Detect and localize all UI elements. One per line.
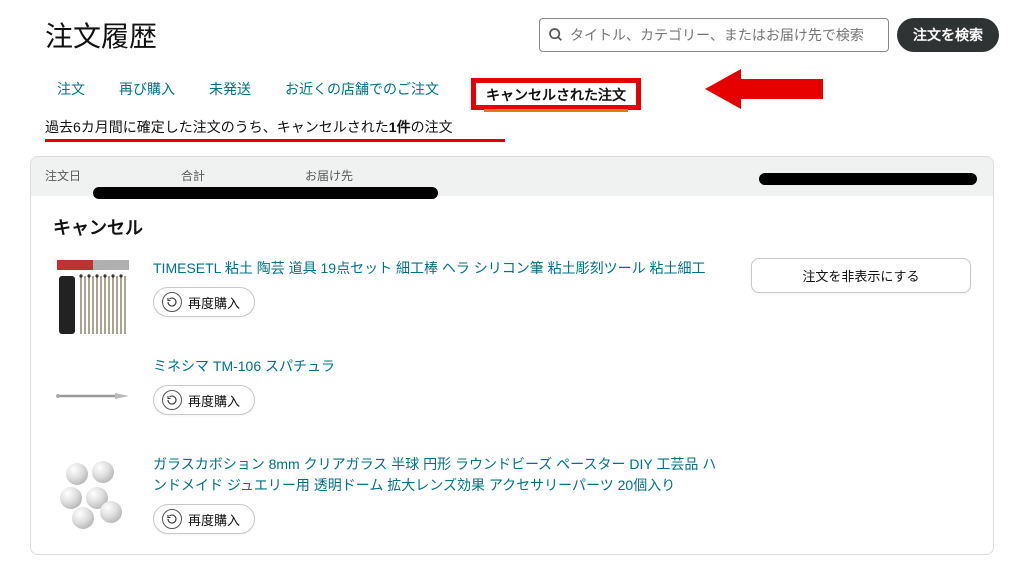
status-title: キャンセル xyxy=(53,214,971,240)
rebuy-label: 再度購入 xyxy=(188,293,240,312)
order-card: 注文日 合計 お届け先 キャンセル xyxy=(30,156,994,555)
order-total-col: 合計 xyxy=(181,167,205,186)
order-card-header: 注文日 合計 お届け先 xyxy=(31,157,993,196)
search-field-wrap[interactable] xyxy=(539,18,889,52)
redacted-bar xyxy=(759,173,977,185)
rebuy-button[interactable]: 再度購入 xyxy=(153,385,255,415)
tab-local-store[interactable]: お近くの店舗でのご注文 xyxy=(283,73,441,107)
summary-prefix: 過去6カ月間に確定した注文のうち、キャンセルされた xyxy=(45,119,389,135)
list-item: ミネシマ TM-106 スパチュラ 再度購入 xyxy=(53,356,971,436)
search-button[interactable]: 注文を検索 xyxy=(897,18,999,52)
rebuy-label: 再度購入 xyxy=(188,391,240,410)
order-shipto-col: お届け先 xyxy=(305,167,353,186)
annotation-underline xyxy=(45,139,505,142)
product-link[interactable]: TIMESETL 粘土 陶芸 道具 19点セット 細工棒 ヘラ シリコン筆 粘土… xyxy=(153,258,721,279)
tabs: 注文 再び購入 未発送 お近くの店舗でのご注文 キャンセルされた注文 xyxy=(25,73,999,107)
product-thumbnail[interactable] xyxy=(53,356,133,436)
rebuy-icon xyxy=(162,509,182,529)
redacted-bar xyxy=(93,187,438,199)
hide-order-button[interactable]: 注文を非表示にする xyxy=(751,258,971,293)
summary-count: 1件 xyxy=(389,119,411,135)
summary-suffix: の注文 xyxy=(411,119,453,135)
rebuy-button[interactable]: 再度購入 xyxy=(153,287,255,317)
tab-buy-again[interactable]: 再び購入 xyxy=(117,73,177,107)
order-date-label: 注文日 xyxy=(45,167,81,184)
search-input[interactable] xyxy=(570,27,880,43)
order-total-label: 合計 xyxy=(181,167,205,184)
tab-cancelled[interactable]: キャンセルされた注文 xyxy=(484,81,628,112)
order-shipto-label: お届け先 xyxy=(305,167,353,184)
list-item: TIMESETL 粘土 陶芸 道具 19点セット 細工棒 ヘラ シリコン筆 粘土… xyxy=(53,258,971,338)
rebuy-button[interactable]: 再度購入 xyxy=(153,504,255,534)
annotation-highlight-box: キャンセルされた注文 xyxy=(471,78,641,110)
product-thumbnail[interactable] xyxy=(53,258,133,338)
rebuy-icon xyxy=(162,292,182,312)
order-date-col: 注文日 xyxy=(45,167,81,186)
page-title: 注文履歴 xyxy=(25,15,157,55)
list-item: ガラスカボション 8mm クリアガラス 半球 円形 ラウンドビーズ ペースター … xyxy=(53,454,971,534)
rebuy-icon xyxy=(162,390,182,410)
annotation-arrow-icon xyxy=(705,67,825,114)
product-link[interactable]: ガラスカボション 8mm クリアガラス 半球 円形 ラウンドビーズ ペースター … xyxy=(153,454,721,496)
tab-unshipped[interactable]: 未発送 xyxy=(207,73,253,107)
product-link[interactable]: ミネシマ TM-106 スパチュラ xyxy=(153,356,721,377)
search-icon xyxy=(548,27,564,43)
product-thumbnail[interactable] xyxy=(53,454,133,534)
tab-orders[interactable]: 注文 xyxy=(55,73,87,107)
summary-line: 過去6カ月間に確定した注文のうち、キャンセルされた1件の注文 xyxy=(25,117,453,137)
rebuy-label: 再度購入 xyxy=(188,510,240,529)
